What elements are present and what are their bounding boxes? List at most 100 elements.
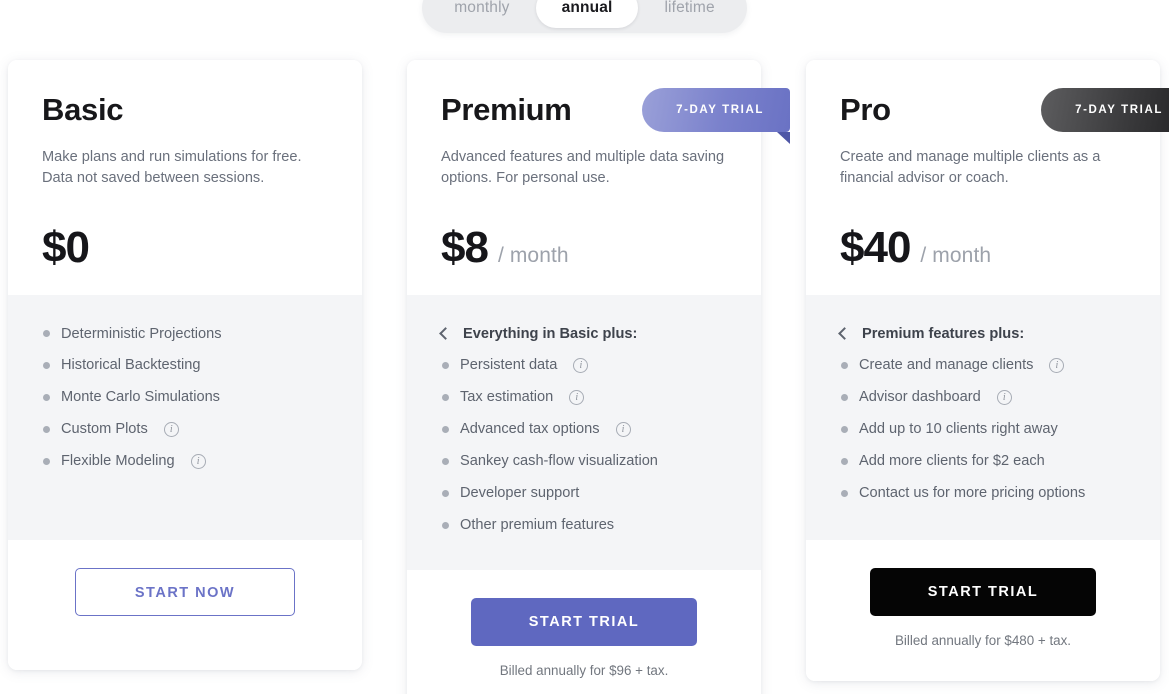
info-icon[interactable]: i	[1049, 358, 1065, 374]
feature-label: Developer support	[460, 485, 580, 502]
feature-label: Add up to 10 clients right away	[859, 421, 1058, 438]
feature-item: Developer support	[441, 478, 727, 510]
bullet-icon	[43, 426, 50, 434]
bullet-icon	[841, 490, 848, 498]
card-footer-section: START TRIAL Billed annually for $480 + ta…	[806, 540, 1160, 681]
billing-toggle-option-monthly[interactable]: monthly	[428, 0, 535, 28]
trial-ribbon-pro: 7-DAY TRIAL	[1041, 88, 1169, 132]
feature-item: Monte Carlo Simulations	[42, 382, 328, 414]
feature-item: Other premium features	[441, 510, 727, 542]
bullet-icon	[442, 394, 449, 402]
card-header-section: Basic Make plans and run simulations for …	[8, 60, 362, 295]
feature-label: Flexible Modeling	[61, 453, 175, 470]
feature-item: Sankey cash-flow visualization	[441, 446, 727, 478]
trial-ribbon-label: 7-DAY TRIAL	[676, 104, 764, 116]
plan-price-period: / month	[497, 243, 569, 267]
card-inner: Pro Create and manage multiple clients as…	[806, 60, 1160, 681]
bullet-icon	[841, 394, 848, 402]
trial-ribbon-label: 7-DAY TRIAL	[1075, 104, 1163, 116]
card-features-section: Premium features plus: Create and manage …	[806, 295, 1160, 540]
feature-item: Contact us for more pricing options	[840, 478, 1126, 510]
pricing-card-premium: Premium Advanced features and multiple da…	[407, 60, 790, 694]
billed-note: Billed annually for $96 + tax.	[499, 662, 669, 678]
feature-item: Advisor dashboard i	[840, 382, 1126, 414]
feature-label: Historical Backtesting	[61, 357, 201, 374]
feature-item: Add up to 10 clients right away	[840, 414, 1126, 446]
feature-item: Flexible Modeling i	[42, 446, 328, 478]
info-icon[interactable]: i	[615, 422, 631, 438]
bullet-icon	[442, 458, 449, 466]
pricing-cards-row: Basic Make plans and run simulations for …	[8, 60, 1169, 694]
plan-name: Basic	[42, 92, 124, 127]
plan-price-period: / month	[920, 243, 992, 267]
feature-label: Add more clients for $2 each	[859, 453, 1045, 470]
feature-item: Add more clients for $2 each	[840, 446, 1126, 478]
cta-button-pro[interactable]: START TRIAL	[870, 568, 1096, 616]
plan-description: Make plans and run simulations for free.…	[42, 148, 302, 187]
bullet-icon	[442, 522, 449, 530]
plan-description: Create and manage multiple clients as a …	[840, 148, 1101, 187]
info-icon[interactable]: i	[190, 454, 206, 470]
feature-label: Advanced tax options	[460, 421, 600, 438]
plan-price: $8	[441, 222, 489, 272]
feature-group-header: Everything in Basic plus:	[439, 318, 727, 350]
feature-label: Tax estimation	[460, 389, 554, 406]
billing-toggle-wrapper: monthly annual lifetime	[0, 0, 1169, 33]
bullet-icon	[43, 394, 50, 402]
feature-group-header: Premium features plus:	[838, 318, 1126, 350]
feature-item: Deterministic Projections	[42, 318, 328, 350]
billed-note: Billed annually for $480 + tax.	[894, 633, 1072, 648]
chevron-left-icon	[439, 327, 452, 341]
info-icon[interactable]: i	[569, 390, 585, 406]
plan-price: $0	[42, 222, 90, 272]
feature-item: Tax estimation i	[441, 382, 727, 414]
feature-label: Create and manage clients	[859, 357, 1034, 374]
ribbon-fold-icon	[777, 132, 790, 144]
feature-label: Deterministic Projections	[61, 325, 222, 342]
billing-toggle-option-lifetime[interactable]: lifetime	[638, 0, 740, 28]
bullet-icon	[442, 362, 449, 370]
card-inner: Basic Make plans and run simulations for …	[8, 60, 362, 670]
price-row: $8 / month	[441, 222, 727, 272]
bullet-icon	[442, 426, 449, 434]
plan-price: $40	[840, 222, 911, 272]
feature-item: Create and manage clients i	[840, 350, 1126, 382]
pricing-page: monthly annual lifetime Basic Make plans an…	[0, 0, 1169, 694]
info-icon[interactable]: i	[996, 390, 1012, 406]
card-features-section: Everything in Basic plus: Persistent data…	[407, 295, 761, 570]
feature-label: Monte Carlo Simulations	[61, 389, 220, 406]
bullet-icon	[841, 362, 848, 370]
pricing-card-basic: Basic Make plans and run simulations for …	[8, 60, 362, 670]
trial-ribbon-premium: 7-DAY TRIAL	[642, 88, 790, 144]
feature-label: Contact us for more pricing options	[859, 485, 1086, 502]
billing-period-toggle[interactable]: monthly annual lifetime	[422, 0, 747, 33]
feature-item: Advanced tax options i	[441, 414, 727, 446]
bullet-icon	[442, 490, 449, 498]
feature-item: Historical Backtesting	[42, 350, 328, 382]
chevron-left-icon	[838, 327, 851, 341]
card-footer-section: START TRIAL Billed annually for $96 + tax…	[407, 569, 761, 694]
feature-item: Custom Plots i	[42, 414, 328, 446]
info-icon[interactable]: i	[163, 422, 179, 438]
feature-label: Advisor dashboard	[859, 389, 981, 406]
feature-label: Custom Plots	[61, 421, 148, 438]
card-features-section: Deterministic Projections Historical Back…	[8, 295, 362, 540]
price-row: $0	[42, 222, 328, 272]
feature-item: Persistent data i	[441, 350, 727, 382]
bullet-icon	[43, 458, 50, 466]
card-footer-section: START NOW	[8, 540, 362, 670]
bullet-icon	[841, 458, 848, 466]
info-icon[interactable]: i	[573, 358, 589, 374]
card-inner: Premium Advanced features and multiple da…	[407, 60, 761, 694]
price-row: $40 / month	[840, 222, 1126, 272]
plan-description: Advanced features and multiple data savi…	[441, 148, 725, 187]
bullet-icon	[43, 330, 50, 338]
cta-button-basic[interactable]: START NOW	[75, 568, 295, 616]
pricing-card-pro: Pro Create and manage multiple clients as…	[806, 60, 1169, 681]
cta-button-premium[interactable]: START TRIAL	[471, 597, 697, 646]
billing-toggle-option-annual[interactable]: annual	[535, 0, 639, 28]
feature-label: Persistent data	[460, 357, 558, 374]
feature-label: Everything in Basic plus:	[463, 325, 638, 342]
bullet-icon	[841, 426, 848, 434]
feature-label: Premium features plus:	[862, 325, 1025, 342]
